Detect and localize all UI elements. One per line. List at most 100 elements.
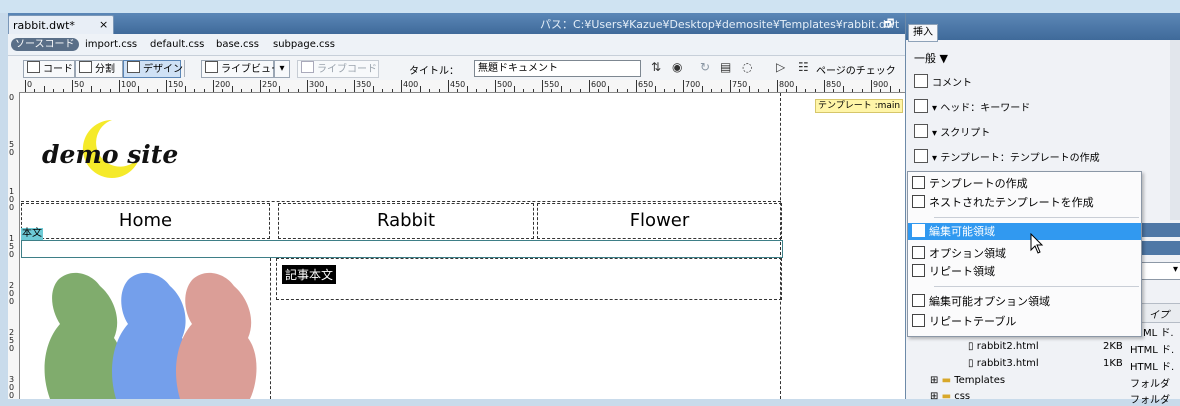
code-icon — [27, 61, 40, 73]
ruler-minor-tick — [100, 89, 102, 92]
expand-icon[interactable]: ⊞ — [930, 391, 938, 402]
preview-browser-icon[interactable]: ◉ — [672, 60, 682, 74]
code-view-button[interactable]: コード — [23, 60, 75, 78]
ruler-minor-tick — [560, 86, 562, 92]
optional-region-icon — [912, 246, 925, 259]
ruler-minor-tick — [617, 89, 619, 92]
panel-scrollbar[interactable] — [1170, 40, 1180, 220]
ruler-tick — [354, 80, 355, 92]
menu-divider — [934, 286, 1139, 287]
expand-icon[interactable]: ⊞ — [930, 375, 938, 386]
menu-item-label: リピート領域 — [929, 265, 995, 278]
menu-item-label: オプション領域 — [929, 247, 1006, 260]
insert-item-script[interactable]: ▾ スクリプト — [914, 124, 990, 139]
related-file-base-css[interactable]: base.css — [216, 39, 259, 50]
live-code-button[interactable]: ライブコード — [297, 60, 379, 78]
close-icon[interactable]: × — [99, 18, 108, 31]
ruler-tick — [542, 80, 543, 92]
vertical-ruler-label: 200 — [9, 281, 15, 306]
insert-item-template[interactable]: ▾ テンプレート：テンプレートの作成 — [914, 149, 1100, 164]
split-view-button[interactable]: 分割 — [75, 60, 123, 78]
toolbar-divider — [184, 60, 185, 77]
ruler-label: 50 — [74, 80, 85, 89]
folder-name: Templates — [954, 375, 1006, 386]
menu-item-optional-region[interactable]: オプション領域 — [912, 245, 1006, 262]
menu-item-repeat-table[interactable]: リピートテーブル — [912, 313, 1016, 330]
menu-item-editable-region[interactable]: 編集可能領域 — [908, 223, 1141, 240]
vertical-ruler-label: 0 — [9, 93, 15, 102]
ruler-minor-tick — [513, 86, 515, 92]
article-region[interactable] — [276, 258, 782, 300]
title-field[interactable]: 無題ドキュメント — [474, 60, 641, 77]
check-page-icon[interactable]: ☷ — [798, 60, 809, 74]
related-file-default-css[interactable]: default.css — [150, 39, 204, 50]
insert-item-head[interactable]: ▾ ヘッド：キーワード — [914, 99, 1030, 114]
document-tab[interactable]: rabbit.dwt* × — [8, 15, 114, 35]
ruler-minor-tick — [466, 86, 468, 92]
template-region-tag[interactable]: テンプレート :main — [815, 99, 904, 113]
view-options-icon[interactable]: ▤ — [720, 60, 731, 74]
file-type: フォルダ — [1130, 379, 1170, 390]
ruler-minor-tick — [551, 89, 553, 92]
script-icon — [914, 124, 928, 138]
refresh-icon[interactable]: ↻ — [700, 60, 710, 74]
category-select[interactable]: 一般 ▼ — [914, 50, 948, 66]
ruler-tick — [260, 80, 261, 92]
ruler-minor-tick — [241, 89, 243, 92]
ruler-minor-tick — [758, 89, 760, 92]
ruler-label: 200 — [215, 80, 231, 89]
live-view-dropdown[interactable]: ▾ — [274, 60, 290, 78]
related-file-subpage-css[interactable]: subpage.css — [273, 39, 335, 50]
validate-markup-icon[interactable]: ▷ — [776, 60, 785, 74]
body-region-tag[interactable]: 本文 — [21, 228, 43, 240]
ruler-minor-tick — [372, 86, 374, 92]
file-row-rabbit2[interactable]: ▯ rabbit2.html — [968, 341, 1039, 352]
html-file-icon: ▯ — [968, 358, 974, 369]
ruler-tick — [589, 80, 590, 92]
file-name: rabbit2.html — [976, 341, 1039, 352]
split-view-label: 分割 — [95, 64, 115, 75]
insert-item-label: ▾ ヘッド：キーワード — [932, 103, 1031, 114]
file-management-icon[interactable]: ⇅ — [651, 60, 661, 74]
file-type: ML ド. — [1143, 328, 1174, 339]
folder-row-templates[interactable]: ⊞ ▬ Templates — [930, 375, 1005, 386]
chevron-down-icon: ▾ — [279, 63, 285, 74]
nav-flower[interactable]: Flower — [537, 203, 782, 239]
menu-item-create-template[interactable]: テンプレートの作成 — [912, 175, 1028, 192]
file-row-rabbit3[interactable]: ▯ rabbit3.html — [968, 358, 1039, 369]
menu-item-repeat-region[interactable]: リピート領域 — [912, 263, 995, 280]
source-code-button[interactable]: ソースコード — [11, 38, 79, 51]
tab-insert[interactable]: 挿入 — [908, 24, 938, 42]
folder-row-css[interactable]: ⊞ ▬ css — [930, 391, 970, 402]
files-panel-header — [1140, 241, 1180, 255]
ruler-tick — [824, 80, 825, 92]
mouse-cursor-icon — [1030, 233, 1044, 254]
ruler-minor-tick — [335, 89, 337, 92]
visual-aids-icon[interactable]: ◌ — [742, 60, 752, 74]
insert-item-comment[interactable]: コメント — [914, 74, 972, 89]
ruler-minor-tick — [222, 89, 224, 92]
nav-home[interactable]: Home — [21, 203, 270, 239]
window-top-band — [0, 0, 1180, 13]
live-view-button[interactable]: ライブビュー — [201, 60, 281, 78]
nested-template-icon — [912, 195, 925, 208]
menu-item-editable-optional-region[interactable]: 編集可能オプション領域 — [912, 293, 1050, 310]
ruler-label: 300 — [309, 80, 325, 89]
ruler-tick — [730, 80, 731, 92]
related-file-import-css[interactable]: import.css — [85, 39, 137, 50]
ruler-minor-tick — [842, 86, 844, 92]
menu-item-label: 編集可能領域 — [929, 225, 995, 238]
nav-rabbit[interactable]: Rabbit — [278, 203, 534, 239]
insert-item-label: ▾ スクリプト — [932, 128, 991, 139]
check-page-button[interactable]: ページのチェック — [816, 62, 896, 77]
head-icon — [914, 99, 928, 113]
menu-item-nested-template[interactable]: ネストされたテンプレートを作成 — [912, 194, 1094, 211]
ruler-label: 750 — [732, 80, 748, 89]
restore-icon[interactable]: 🗗 — [884, 15, 894, 34]
menu-item-label: テンプレートの作成 — [929, 177, 1028, 190]
ruler-minor-tick — [156, 89, 158, 92]
site-select[interactable]: ▾ — [1140, 262, 1180, 280]
design-view-button[interactable]: デザイン — [123, 60, 183, 78]
files-column-header: イプ — [1140, 303, 1180, 323]
ruler-minor-tick — [626, 89, 628, 92]
